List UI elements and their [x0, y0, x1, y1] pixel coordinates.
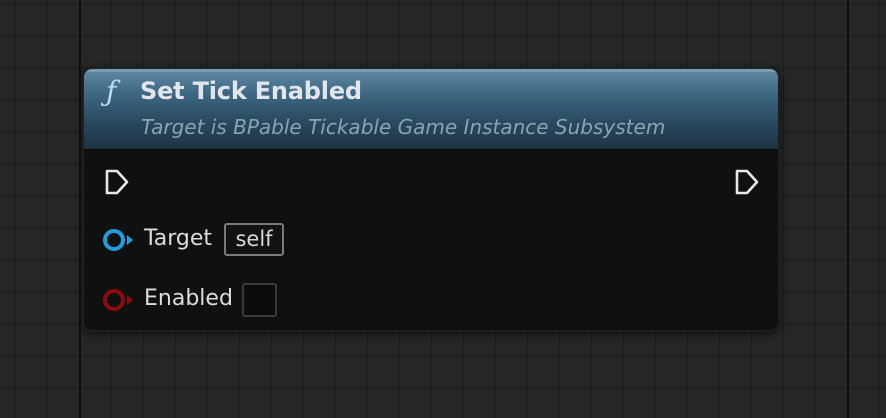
target-pin-icon[interactable] — [102, 228, 136, 252]
node-title: Set Tick Enabled — [140, 77, 362, 105]
target-pin-label: Target — [144, 226, 213, 251]
exec-input-pin[interactable] — [104, 168, 130, 196]
enabled-pin-icon[interactable] — [102, 288, 136, 312]
target-default-value[interactable]: self — [224, 223, 284, 256]
enabled-checkbox[interactable] — [242, 283, 277, 317]
blueprint-graph-canvas[interactable]: ƒ Set Tick Enabled Target is BPable Tick… — [0, 0, 886, 418]
set-tick-enabled-node[interactable]: ƒ Set Tick Enabled Target is BPable Tick… — [82, 67, 780, 332]
function-icon: ƒ — [106, 75, 117, 108]
exec-output-pin[interactable] — [734, 168, 760, 196]
node-subtitle: Target is BPable Tickable Game Instance … — [141, 115, 666, 139]
node-header[interactable]: ƒ Set Tick Enabled Target is BPable Tick… — [84, 69, 778, 150]
enabled-pin-label: Enabled — [144, 286, 233, 311]
